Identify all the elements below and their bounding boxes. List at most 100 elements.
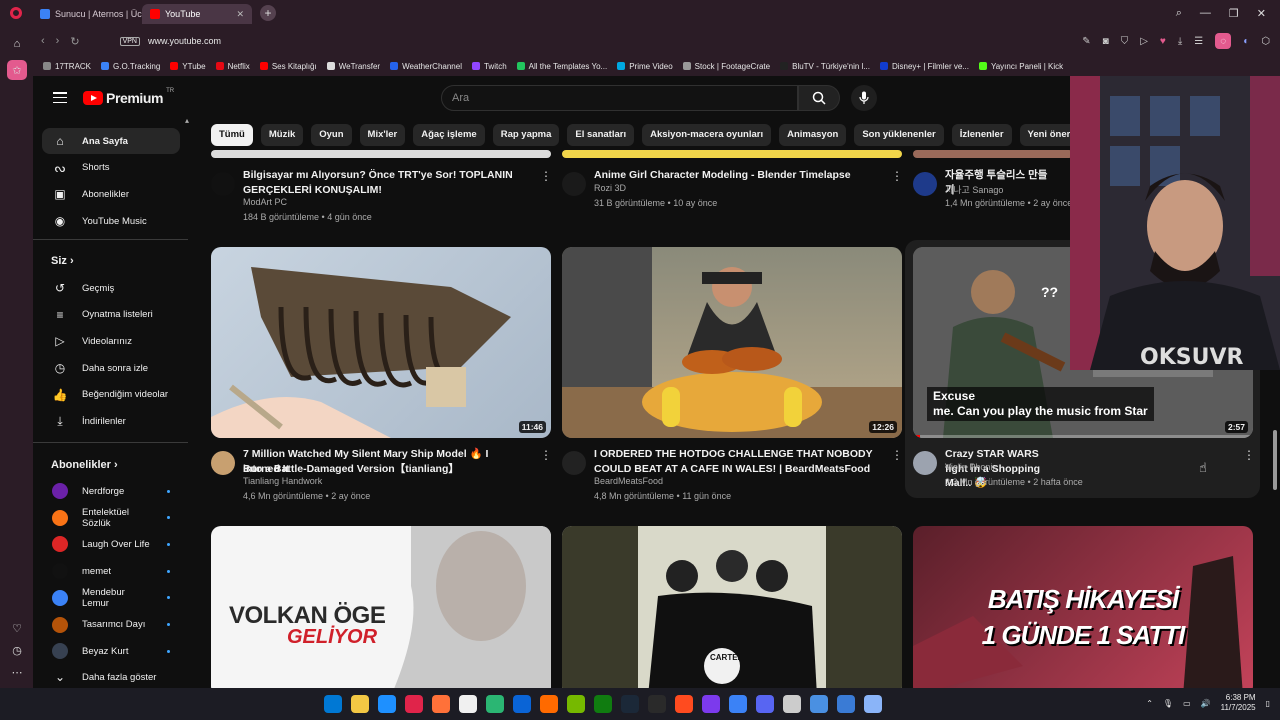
bookmark-item[interactable]: YTube [170, 62, 206, 71]
app-icon[interactable] [729, 695, 747, 713]
filter-chip[interactable]: Müzik [260, 124, 304, 146]
video-thumbnail[interactable]: 11:46 [211, 247, 551, 438]
guide-item-home[interactable]: ⌂ Ana Sayfa [42, 128, 180, 154]
filter-chip[interactable]: İzlenenler [951, 124, 1012, 146]
channel-name[interactable]: ModArt PC [243, 197, 287, 207]
guide-item-music[interactable]: ◉ YouTube Music [42, 208, 180, 234]
guide-item-subscriptions[interactable]: ▣ Abonelikler [42, 181, 180, 207]
app-icon[interactable] [810, 695, 828, 713]
file-explorer-icon[interactable] [351, 695, 369, 713]
filter-chip[interactable]: Oyun [311, 124, 352, 146]
channel-avatar[interactable] [211, 451, 235, 475]
blender-icon[interactable] [540, 695, 558, 713]
search-button[interactable] [798, 85, 840, 111]
opera-logo-icon[interactable] [0, 0, 32, 26]
reload-icon[interactable]: ↻ [70, 35, 79, 48]
filter-chip[interactable]: El sanatları [567, 124, 635, 146]
opera-icon[interactable] [405, 695, 423, 713]
volume-icon[interactable]: 🔊 [1201, 699, 1211, 708]
epic-games-icon[interactable] [648, 695, 666, 713]
subscription-item[interactable]: Beyaz Kurt [42, 638, 180, 664]
vpn-badge[interactable]: VPN [119, 36, 140, 46]
guide-item-like[interactable]: 👍 Beğendiğim videolar [42, 382, 180, 408]
filter-chip[interactable]: Ağaç işleme [413, 124, 485, 146]
subscription-item[interactable]: Nerdforge [42, 478, 180, 504]
video-thumbnail[interactable] [562, 150, 902, 158]
app-icon[interactable] [864, 695, 882, 713]
preview-progress-bar[interactable] [913, 435, 1253, 438]
video-thumbnail[interactable] [211, 150, 551, 158]
channel-avatar[interactable] [562, 172, 586, 196]
channel-avatar[interactable] [562, 451, 586, 475]
bookmark-item[interactable]: G.O.Tracking [101, 62, 160, 71]
bookmark-item[interactable]: All the Templates Yo... [516, 62, 607, 71]
bookmark-item[interactable]: Prime Video [617, 62, 673, 71]
video-thumbnail[interactable] [913, 150, 1073, 158]
guide-scrollbar[interactable]: ▴ [185, 116, 191, 682]
edit-icon[interactable]: ✎ [1082, 36, 1090, 47]
profile-icon[interactable]: ◌ [1215, 33, 1232, 49]
tab-aternos[interactable]: Sunucu | Aternos | Ücretsi [32, 4, 142, 24]
bookmark-item[interactable]: Stock | FootageCrate [682, 62, 770, 71]
new-tab-button[interactable]: + [260, 5, 276, 21]
minimize-button[interactable]: — [1200, 7, 1211, 20]
video-thumbnail[interactable]: CARTEL [562, 526, 902, 688]
guide-item-download[interactable]: ⤓ İndirilenler [42, 409, 180, 435]
brave-icon[interactable] [675, 695, 693, 713]
discord-icon[interactable] [756, 695, 774, 713]
page-scrollbar[interactable] [1273, 430, 1277, 490]
xbox-app-icon[interactable] [594, 695, 612, 713]
video-title[interactable]: GERÇEKLERİ KONUŞALIM! [243, 183, 543, 198]
maximize-button[interactable]: ❐ [1229, 7, 1239, 20]
obs-icon[interactable] [702, 695, 720, 713]
shield-icon[interactable]: ⛉ [1121, 36, 1129, 47]
channel-avatar[interactable] [913, 451, 937, 475]
heart-icon[interactable]: ♡ [7, 618, 27, 638]
more-actions-icon[interactable]: ⋮ [1243, 448, 1255, 462]
show-more-button[interactable]: ⌄ Daha fazla göster [42, 664, 180, 688]
notification-icon[interactable]: ▯ [1266, 699, 1270, 708]
microphone-tray-icon[interactable]: 🎙 [1163, 699, 1173, 708]
play-icon[interactable]: ▷ [1140, 36, 1148, 47]
bookmark-item[interactable]: Yayıncı Paneli | Kick [978, 62, 1063, 71]
history-icon[interactable]: ◷ [7, 640, 27, 660]
nvidia-icon[interactable] [567, 695, 585, 713]
back-icon[interactable]: ‹ [41, 35, 45, 48]
video-thumbnail[interactable]: 12:26 [562, 247, 902, 438]
filter-chip[interactable]: Son yüklenenler [854, 124, 944, 146]
xbox-icon[interactable] [486, 695, 504, 713]
bookmark-item[interactable]: Netflix [215, 62, 250, 71]
bookmark-item[interactable]: BluTV - Türkiye'nin l... [780, 62, 870, 71]
subscription-item[interactable]: memet [42, 558, 180, 584]
video-title[interactable]: into a Battle-Damaged Version【tianliang】 [243, 462, 543, 477]
edge-icon[interactable] [378, 695, 396, 713]
menu-icon[interactable]: ☰ [1194, 36, 1203, 47]
bookmark-item[interactable]: Twitch [471, 62, 507, 71]
chevron-up-icon[interactable]: ⌃ [1146, 699, 1153, 708]
camera-icon[interactable]: ◙ [1103, 36, 1109, 47]
youtube-logo[interactable]: Premium TR [83, 88, 174, 106]
search-input[interactable]: Ara [441, 85, 798, 111]
more-actions-icon[interactable]: ⋮ [540, 169, 552, 183]
filter-chip[interactable]: Aksiyon-macera oyunları [642, 124, 772, 146]
guide-item-shorts[interactable]: ᔓ Shorts [42, 155, 180, 181]
subscriptions-section-header[interactable]: Abonelikler › [51, 459, 118, 471]
channel-name[interactable]: 사나고 Sanago [945, 183, 1003, 196]
bookmark-item[interactable]: Disney+ | Filmler ve... [879, 62, 969, 71]
video-title[interactable]: Anime Girl Character Modeling - Blender … [594, 168, 879, 183]
forward-icon[interactable]: › [56, 35, 60, 48]
subscription-item[interactable]: Mendebur Lemur [42, 585, 180, 611]
app-icon[interactable] [837, 695, 855, 713]
settings-icon[interactable]: ⬡ [1261, 36, 1270, 47]
settings-icon[interactable] [783, 695, 801, 713]
pinboard-icon[interactable]: ✩ [7, 60, 27, 80]
firefox-icon[interactable] [432, 695, 450, 713]
download-icon[interactable]: ⤓ [1178, 36, 1182, 47]
bookmark-item[interactable]: WeTransfer [326, 62, 380, 71]
outlook-icon[interactable] [513, 695, 531, 713]
guide-item-your-videos[interactable]: ▷ Videolarınız [42, 328, 180, 354]
subscription-item[interactable]: Tasarımcı Dayı [42, 612, 180, 638]
bookmark-item[interactable]: 17TRACK [43, 62, 91, 71]
url-field[interactable]: www.youtube.com [148, 36, 221, 46]
video-title[interactable]: COULD BEAT AT A CAFE IN WALES! | BeardMe… [594, 462, 894, 477]
